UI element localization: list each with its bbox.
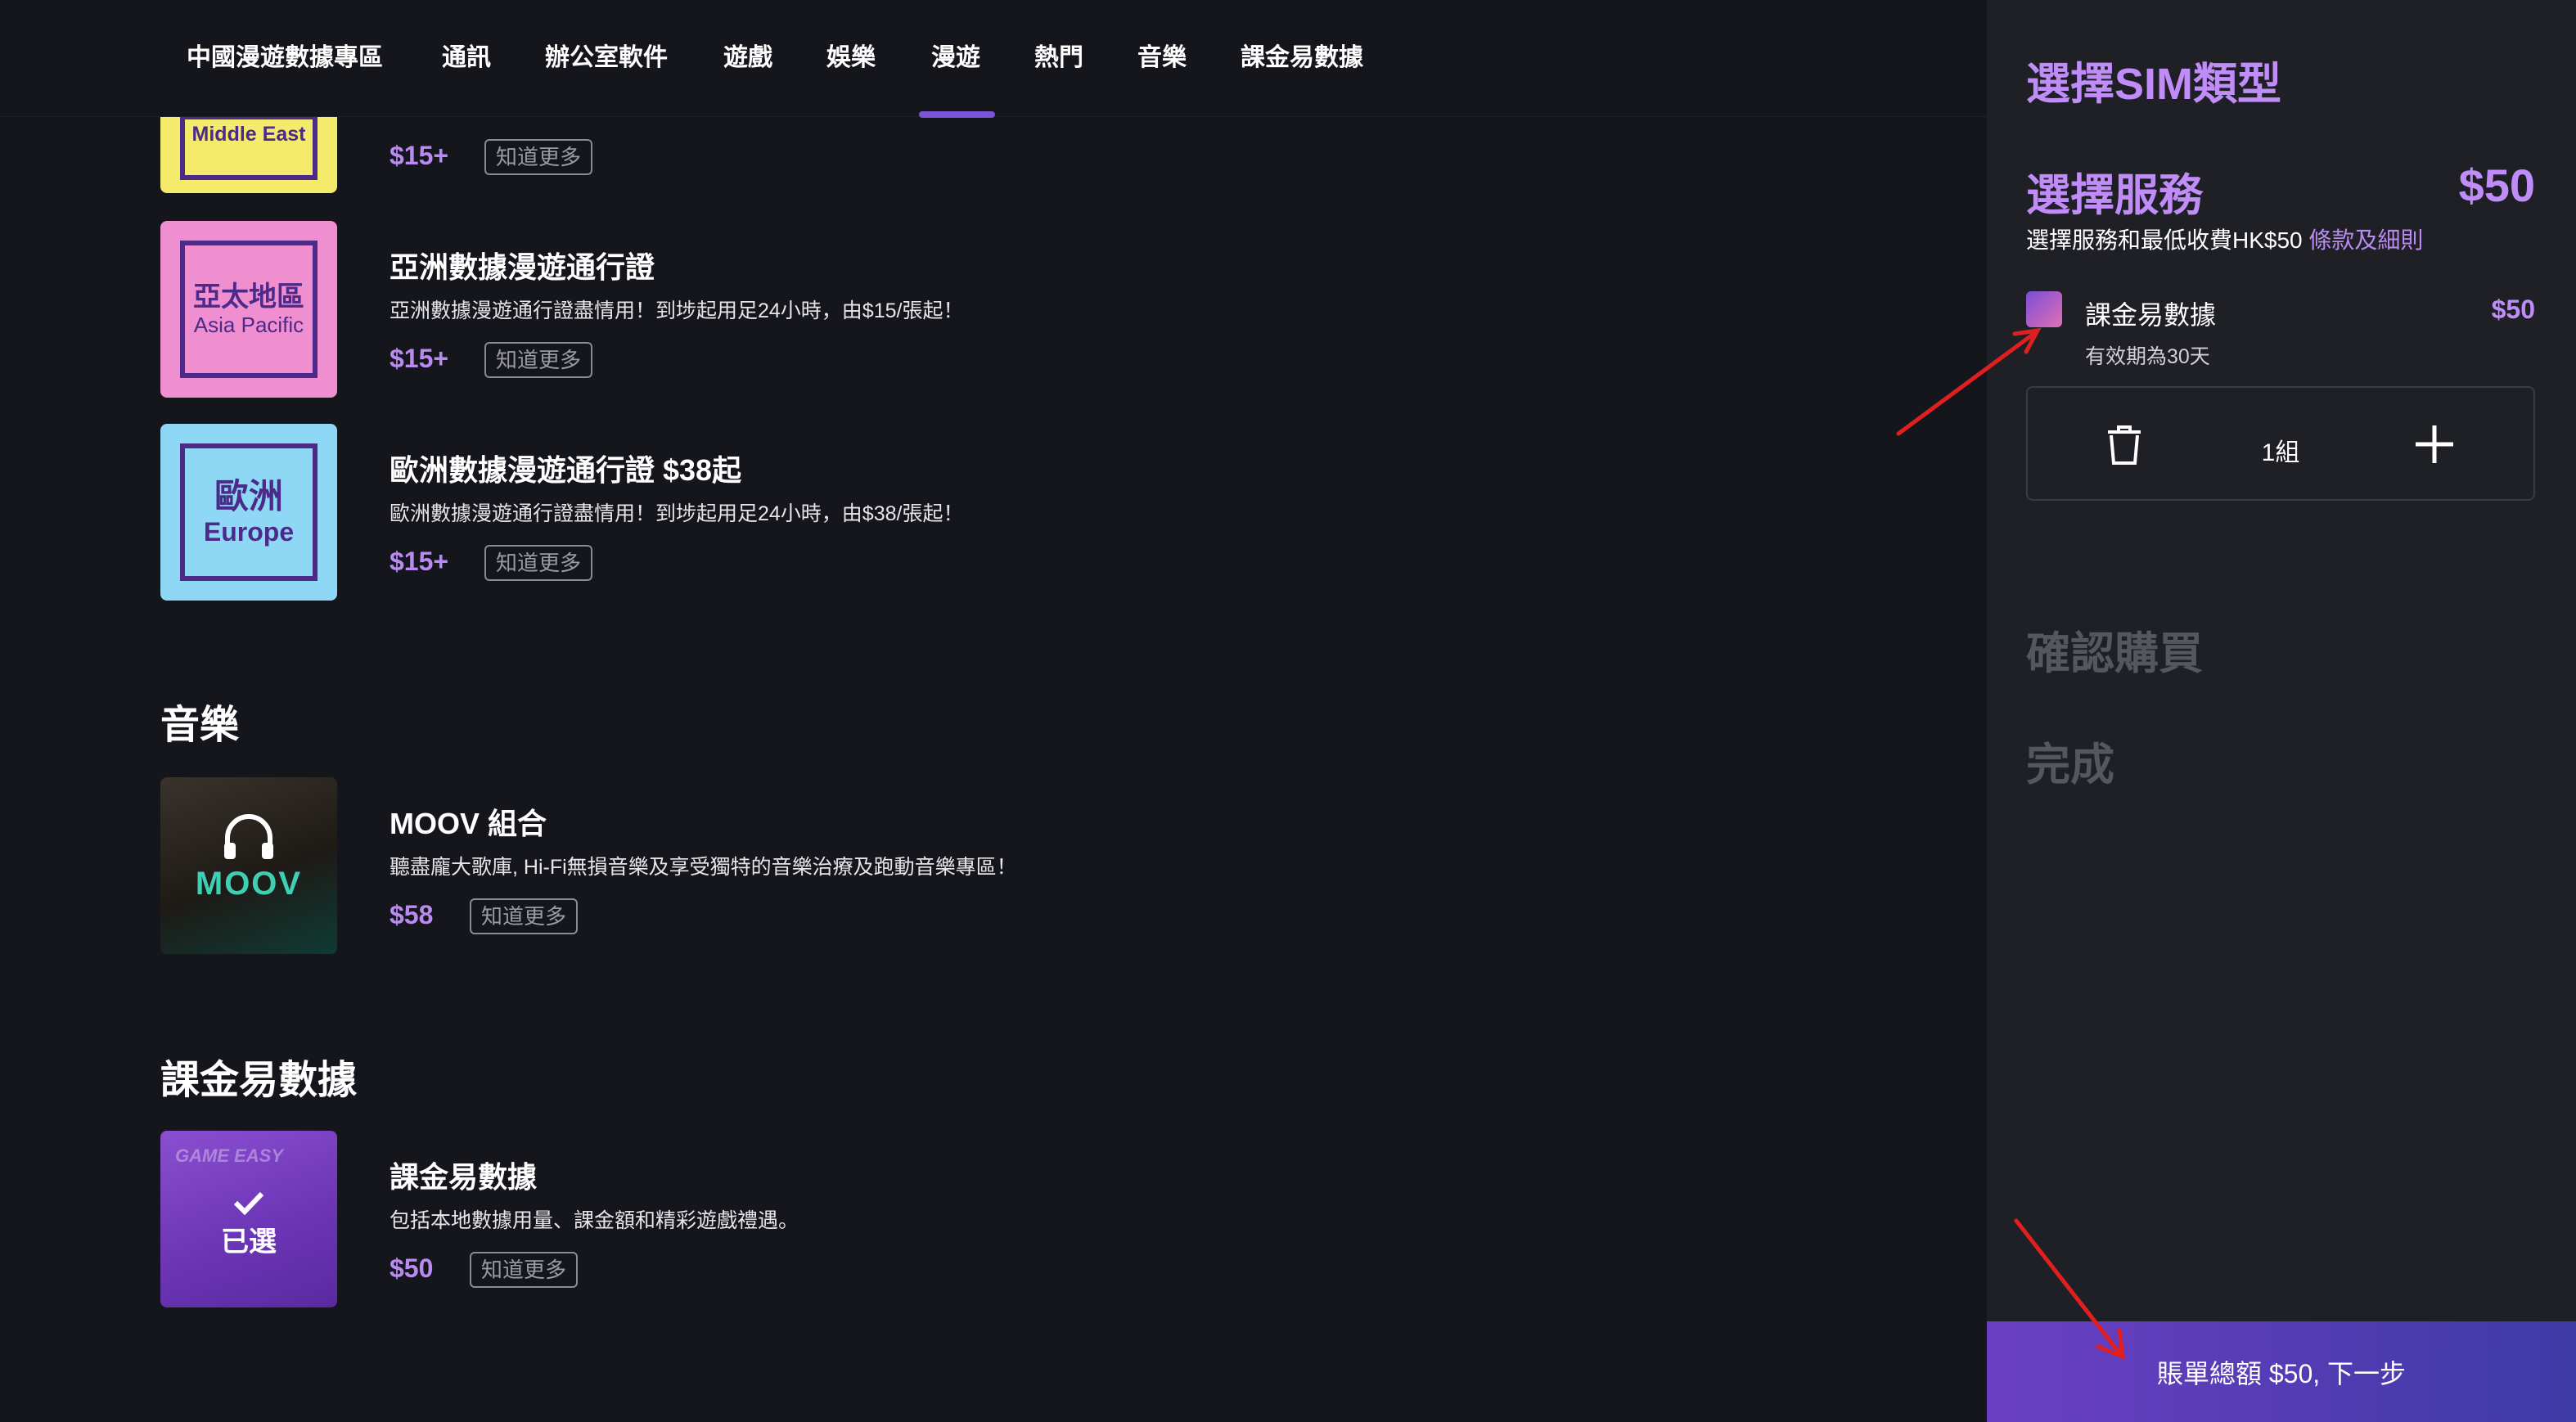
nav-tab-entertainment[interactable]: 娛樂	[826, 37, 876, 73]
moov-title[interactable]: MOOV 組合	[390, 800, 547, 843]
min-charge-text: 選擇服務和最低收費HK$50	[2026, 227, 2303, 253]
europe-thumb-subtitle: Europe	[203, 516, 295, 547]
nav-tab-music[interactable]: 音樂	[1137, 37, 1187, 73]
category-nav: 中國漫遊數據專區 通訊 辦公室軟件 遊戲 娛樂 漫遊 熱門 音樂 課金易數據	[0, 0, 1987, 118]
game-data-title[interactable]: 課金易數據	[390, 1154, 537, 1196]
nav-active-indicator	[919, 111, 995, 118]
europe-pass-thumbnail[interactable]: 歐洲 Europe	[160, 424, 337, 601]
game-data-more-button[interactable]: 知道更多	[470, 1252, 579, 1288]
service-validity: 有效期為30天	[2085, 345, 2210, 368]
plus-icon[interactable]	[2412, 422, 2457, 466]
middle-east-price: $15+	[390, 141, 449, 170]
moov-description: 聽盡龐大歌庫, Hi-Fi無損音樂及享受獨特的音樂治療及跑動音樂專區！	[390, 856, 1017, 879]
nav-tab-game-data[interactable]: 課金易數據	[1241, 37, 1363, 73]
service-icon	[2026, 291, 2062, 327]
asia-pass-thumbnail[interactable]: 亞太地區 Asia Pacific	[160, 221, 337, 398]
middle-east-more-button[interactable]: 知道更多	[484, 139, 593, 175]
nav-tab-communication[interactable]: 通訊	[442, 37, 491, 73]
quantity-stepper: 1組	[2026, 386, 2535, 501]
game-data-section-title: 課金易數據	[160, 1059, 358, 1102]
asia-thumb-title: 亞太地區	[193, 281, 304, 313]
middle-east-thumb-label: Middle East	[191, 123, 306, 146]
asia-pass-description: 亞洲數據漫遊通行證盡情用！到埗起用足24小時，由$15/張起！	[390, 299, 964, 322]
service-price: $50	[2491, 295, 2535, 324]
step-select-sim-type[interactable]: 選擇SIM類型	[2026, 47, 2281, 112]
moov-price: $58	[390, 900, 434, 929]
asia-pass-more-button[interactable]: 知道更多	[484, 342, 593, 378]
asia-thumb-frame: 亞太地區 Asia Pacific	[180, 241, 317, 378]
headphones-icon	[224, 814, 273, 859]
service-total: $50	[2458, 160, 2535, 211]
asia-thumb-subtitle: Asia Pacific	[193, 312, 304, 337]
moov-thumb-logo: MOOV	[195, 866, 303, 902]
game-data-thumbnail[interactable]: GAME EASY 已選	[160, 1131, 337, 1307]
selected-label: 已選	[221, 1226, 277, 1258]
europe-pass-more-button[interactable]: 知道更多	[484, 545, 593, 581]
nav-tab-games[interactable]: 遊戲	[723, 37, 772, 73]
game-data-thumb-brand: GAME EASY	[175, 1145, 284, 1166]
quantity-value: 1組	[2261, 439, 2300, 466]
checkout-panel: 選擇SIM類型 選擇服務 $50 選擇服務和最低收費HK$50 條款及細則 課金…	[1987, 0, 2576, 1422]
next-step-label: 賬單總額 $50, 下一步	[2156, 1358, 2407, 1388]
step-complete: 完成	[2026, 740, 2114, 790]
check-icon	[233, 1191, 264, 1216]
moov-thumbnail[interactable]: MOOV	[160, 777, 337, 954]
nav-tab-roaming[interactable]: 漫遊	[931, 37, 980, 73]
europe-thumb-frame: 歐洲 Europe	[180, 443, 317, 581]
service-name: 課金易數據	[2085, 300, 2217, 330]
asia-pass-price: $15+	[390, 344, 449, 373]
game-data-price: $50	[390, 1253, 434, 1283]
moov-more-button[interactable]: 知道更多	[470, 898, 579, 934]
europe-pass-description: 歐洲數據漫遊通行證盡情用！到埗起用足24小時，由$38/張起！	[390, 502, 964, 525]
step-select-service: 選擇服務	[2026, 171, 2203, 220]
nav-tab-popular[interactable]: 熱門	[1034, 37, 1083, 73]
next-step-button[interactable]: 賬單總額 $50, 下一步	[1987, 1321, 2576, 1422]
min-charge-note: 選擇服務和最低收費HK$50 條款及細則	[2026, 223, 2423, 255]
music-section-title: 音樂	[160, 704, 240, 747]
europe-pass-price: $15+	[390, 547, 449, 576]
terms-link[interactable]: 條款及細則	[2308, 227, 2423, 253]
step-confirm-purchase: 確認購買	[2026, 629, 2203, 678]
europe-pass-title[interactable]: 歐洲數據漫遊通行證 $38起	[390, 447, 741, 489]
nav-tab-china-roaming[interactable]: 中國漫遊數據專區	[187, 37, 383, 73]
asia-pass-title[interactable]: 亞洲數據漫遊通行證	[390, 244, 655, 286]
europe-thumb-title: 歐洲	[214, 477, 283, 516]
game-data-description: 包括本地數據用量、課金額和精彩遊戲禮遇。	[390, 1209, 799, 1232]
nav-tab-office-software[interactable]: 辦公室軟件	[545, 37, 668, 73]
product-listing: 中國漫遊數據專區 通訊 辦公室軟件 遊戲 娛樂 漫遊 熱門 音樂 課金易數據 M…	[0, 0, 1987, 1422]
